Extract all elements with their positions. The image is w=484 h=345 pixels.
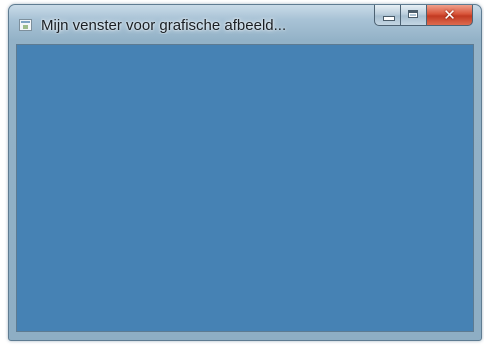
- maximize-icon: [408, 10, 418, 18]
- maximize-button[interactable]: [401, 5, 427, 26]
- minimize-icon: [383, 16, 395, 21]
- close-icon: ✕: [443, 6, 456, 24]
- window-title: Mijn venster voor grafische afbeeld...: [41, 17, 287, 34]
- title-bar[interactable]: Mijn venster voor grafische afbeeld... ✕: [9, 5, 481, 43]
- close-button[interactable]: ✕: [427, 5, 473, 26]
- minimize-button[interactable]: [374, 5, 401, 26]
- app-window-icon[interactable]: [19, 19, 32, 31]
- application-window: Mijn venster voor grafische afbeeld... ✕: [8, 4, 482, 341]
- graphics-canvas[interactable]: [16, 44, 474, 332]
- caption-buttons: ✕: [374, 5, 473, 27]
